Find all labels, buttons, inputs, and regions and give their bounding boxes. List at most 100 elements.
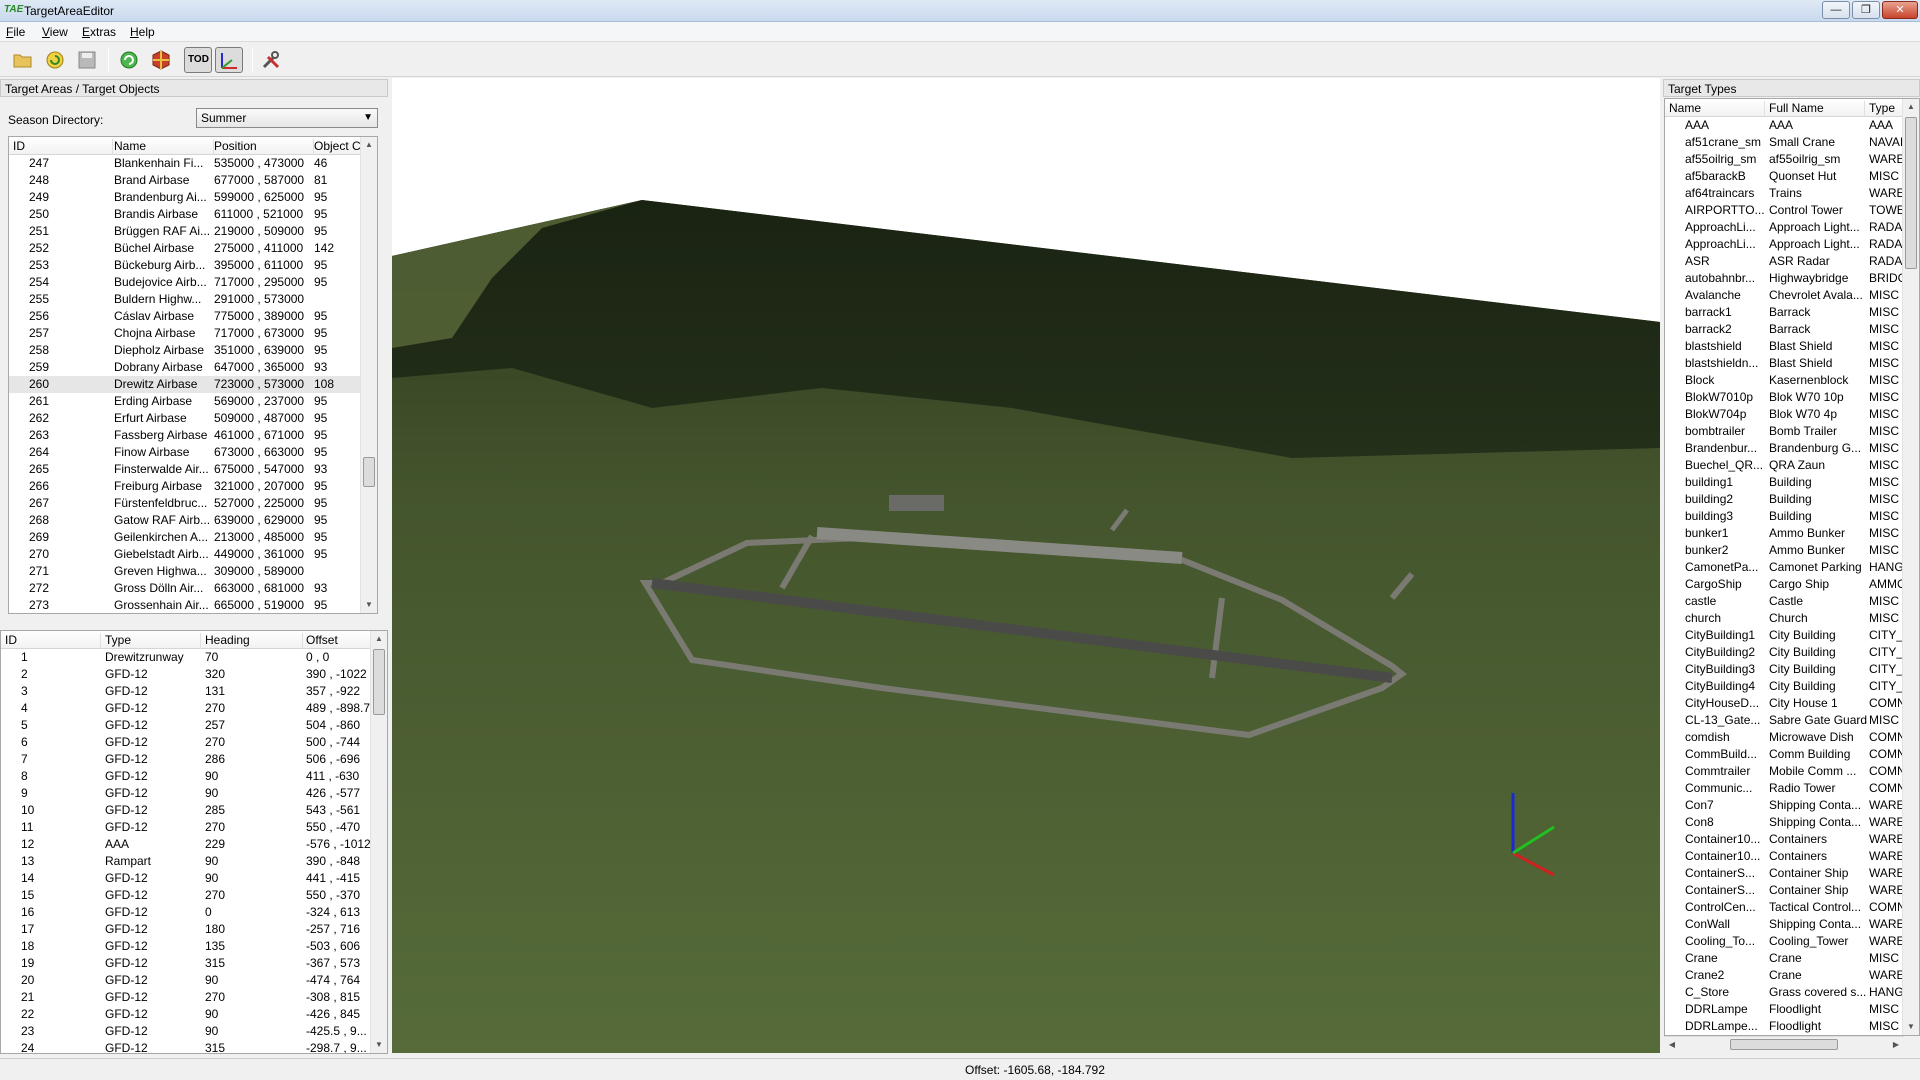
table-row[interactable]: ApproachLi... Approach Light... RADAI xyxy=(1665,219,1902,236)
table-row[interactable]: Con8 Shipping Conta... WAREI xyxy=(1665,814,1902,831)
table-row[interactable]: 1 Drewitzrunway 70 0 , 0 xyxy=(1,649,370,666)
column-full-name[interactable]: Full Name xyxy=(1769,101,1865,117)
save-button[interactable] xyxy=(74,47,100,73)
table-row[interactable]: 5 GFD-12 257 504 , -860 xyxy=(1,717,370,734)
table-row[interactable]: CityBuilding2 City Building CITY_E xyxy=(1665,644,1902,661)
table-row[interactable]: bunker1 Ammo Bunker MISC xyxy=(1665,525,1902,542)
table-row[interactable]: 9 GFD-12 90 426 , -577 xyxy=(1,785,370,802)
target-types-hscrollbar[interactable]: ◀ ▶ xyxy=(1664,1036,1904,1052)
table-row[interactable]: Container10... Containers WAREI xyxy=(1665,848,1902,865)
table-row[interactable]: AIRPORTTO... Control Tower TOWE xyxy=(1665,202,1902,219)
reload-button[interactable] xyxy=(42,47,68,73)
table-row[interactable]: af55oilrig_sm af55oilrig_sm WAREI xyxy=(1665,151,1902,168)
table-row[interactable]: af64traincars Trains WAREI xyxy=(1665,185,1902,202)
table-row[interactable]: 2 GFD-12 320 390 , -1022 xyxy=(1,666,370,683)
table-row[interactable]: 14 GFD-12 90 441 , -415 xyxy=(1,870,370,887)
refresh-button[interactable] xyxy=(116,47,142,73)
table-row[interactable]: Crane Crane MISC xyxy=(1665,950,1902,967)
table-row[interactable]: 268 Gatow RAF Airb... 639000 , 629000 95 xyxy=(9,512,360,529)
table-row[interactable]: 267 Fürstenfeldbruc... 527000 , 225000 95 xyxy=(9,495,360,512)
close-button[interactable]: ✕ xyxy=(1882,1,1918,19)
scroll-left-icon[interactable]: ◀ xyxy=(1664,1037,1680,1052)
table-row[interactable]: 8 GFD-12 90 411 , -630 xyxy=(1,768,370,785)
target-objects-list[interactable]: ID Type Heading Offset 1 Drewitzrunway 70 0… xyxy=(0,630,388,1054)
table-row[interactable]: 264 Finow Airbase 673000 , 663000 95 xyxy=(9,444,360,461)
tools-button[interactable] xyxy=(258,47,284,73)
table-row[interactable]: DDRLampe Floodlight MISC xyxy=(1665,1001,1902,1018)
table-row[interactable]: ApproachLi... Approach Light... RADAI xyxy=(1665,236,1902,253)
table-row[interactable]: 19 GFD-12 315 -367 , 573 xyxy=(1,955,370,972)
table-row[interactable]: 266 Freiburg Airbase 321000 , 207000 95 xyxy=(9,478,360,495)
table-row[interactable]: Crane2 Crane WAREI xyxy=(1665,967,1902,984)
table-row[interactable]: 15 GFD-12 270 550 , -370 xyxy=(1,887,370,904)
table-row[interactable]: barrack2 Barrack MISC xyxy=(1665,321,1902,338)
scroll-down-icon[interactable]: ▼ xyxy=(1903,1019,1919,1035)
scroll-up-icon[interactable]: ▲ xyxy=(361,137,377,153)
table-row[interactable]: building3 Building MISC xyxy=(1665,508,1902,525)
menu-help[interactable]: Help xyxy=(130,25,155,39)
table-row[interactable]: 251 Brüggen RAF Ai... 219000 , 509000 95 xyxy=(9,223,360,240)
table-row[interactable]: castle Castle MISC xyxy=(1665,593,1902,610)
column-offset[interactable]: Offset xyxy=(306,633,372,649)
table-row[interactable]: 249 Brandenburg Ai... 599000 , 625000 95 xyxy=(9,189,360,206)
column-position[interactable]: Position xyxy=(214,139,314,155)
table-row[interactable]: barrack1 Barrack MISC xyxy=(1665,304,1902,321)
column-name[interactable]: Name xyxy=(1669,101,1765,117)
table-row[interactable]: Buechel_QR... QRA Zaun MISC xyxy=(1665,457,1902,474)
table-row[interactable]: AAA AAA AAA xyxy=(1665,117,1902,134)
target-areas-list[interactable]: ID Name Position Object C 247 Blankenhain… xyxy=(8,136,378,614)
column-name[interactable]: Name xyxy=(114,139,214,155)
table-row[interactable]: 247 Blankenhain Fi... 535000 , 473000 46 xyxy=(9,155,360,172)
table-row[interactable]: building1 Building MISC xyxy=(1665,474,1902,491)
table-row[interactable]: church Church MISC xyxy=(1665,610,1902,627)
table-row[interactable]: 16 GFD-12 0 -324 , 613 xyxy=(1,904,370,921)
table-row[interactable]: autobahnbr... Highwaybridge BRIDG xyxy=(1665,270,1902,287)
table-row[interactable]: 254 Budejovice Airb... 717000 , 295000 95 xyxy=(9,274,360,291)
target-types-scrollbar[interactable]: ▲ ▼ xyxy=(1902,99,1919,1035)
tod-button[interactable]: TOD xyxy=(184,47,212,73)
table-row[interactable]: 253 Bückeburg Airb... 395000 , 611000 95 xyxy=(9,257,360,274)
target-areas-scrollbar[interactable]: ▲ ▼ xyxy=(360,137,377,613)
table-row[interactable]: ControlCen... Tactical Control... COMN xyxy=(1665,899,1902,916)
terrain-3d-viewport[interactable] xyxy=(392,78,1660,1053)
table-row[interactable]: 21 GFD-12 270 -308 , 815 xyxy=(1,989,370,1006)
table-row[interactable]: 273 Grossenhain Air... 665000 , 519000 95 xyxy=(9,597,360,613)
table-row[interactable]: 12 AAA 229 -576 , -1012 xyxy=(1,836,370,853)
column-id[interactable]: ID xyxy=(5,633,101,649)
table-row[interactable]: bunker2 Ammo Bunker MISC xyxy=(1665,542,1902,559)
objects-button[interactable] xyxy=(148,47,174,73)
table-row[interactable]: 250 Brandis Airbase 611000 , 521000 95 xyxy=(9,206,360,223)
scroll-thumb[interactable] xyxy=(373,649,385,715)
table-row[interactable]: 269 Geilenkirchen A... 213000 , 485000 95 xyxy=(9,529,360,546)
table-row[interactable]: 271 Greven Highwa... 309000 , 589000 xyxy=(9,563,360,580)
table-row[interactable]: 258 Diepholz Airbase 351000 , 639000 95 xyxy=(9,342,360,359)
table-row[interactable]: Commtrailer Mobile Comm ... COMN xyxy=(1665,763,1902,780)
column-id[interactable]: ID xyxy=(13,139,113,155)
table-row[interactable]: bombtrailer Bomb Trailer MISC xyxy=(1665,423,1902,440)
table-row[interactable]: af51crane_sm Small Crane NAVAI xyxy=(1665,134,1902,151)
axes-button[interactable] xyxy=(215,47,243,73)
menu-file[interactable]: File xyxy=(6,25,25,39)
table-row[interactable]: CityHouseD... City House 1 COMN xyxy=(1665,695,1902,712)
table-row[interactable]: 257 Chojna Airbase 717000 , 673000 95 xyxy=(9,325,360,342)
table-row[interactable]: ConWall Shipping Conta... WAREI xyxy=(1665,916,1902,933)
table-row[interactable]: 262 Erfurt Airbase 509000 , 487000 95 xyxy=(9,410,360,427)
table-row[interactable]: Con7 Shipping Conta... WAREI xyxy=(1665,797,1902,814)
table-row[interactable]: CargoShip Cargo Ship AMMC xyxy=(1665,576,1902,593)
table-row[interactable]: 259 Dobrany Airbase 647000 , 365000 93 xyxy=(9,359,360,376)
column-type[interactable]: Type xyxy=(1869,101,1904,117)
table-row[interactable]: 10 GFD-12 285 543 , -561 xyxy=(1,802,370,819)
table-row[interactable]: comdish Microwave Dish COMN xyxy=(1665,729,1902,746)
scroll-up-icon[interactable]: ▲ xyxy=(371,631,387,647)
menu-extras[interactable]: Extras xyxy=(82,25,116,39)
table-row[interactable]: 23 GFD-12 90 -425.5 , 9... xyxy=(1,1023,370,1040)
column-object-count[interactable]: Object C xyxy=(314,139,362,155)
table-row[interactable]: 272 Gross Dölln Air... 663000 , 681000 93 xyxy=(9,580,360,597)
table-row[interactable]: 248 Brand Airbase 677000 , 587000 81 xyxy=(9,172,360,189)
table-row[interactable]: ASR ASR Radar RADAI xyxy=(1665,253,1902,270)
table-row[interactable]: 256 Cáslav Airbase 775000 , 389000 95 xyxy=(9,308,360,325)
table-row[interactable]: 261 Erding Airbase 569000 , 237000 95 xyxy=(9,393,360,410)
table-row[interactable]: 6 GFD-12 270 500 , -744 xyxy=(1,734,370,751)
column-type[interactable]: Type xyxy=(105,633,201,649)
table-row[interactable]: ContainerS... Container Ship WAREI xyxy=(1665,865,1902,882)
